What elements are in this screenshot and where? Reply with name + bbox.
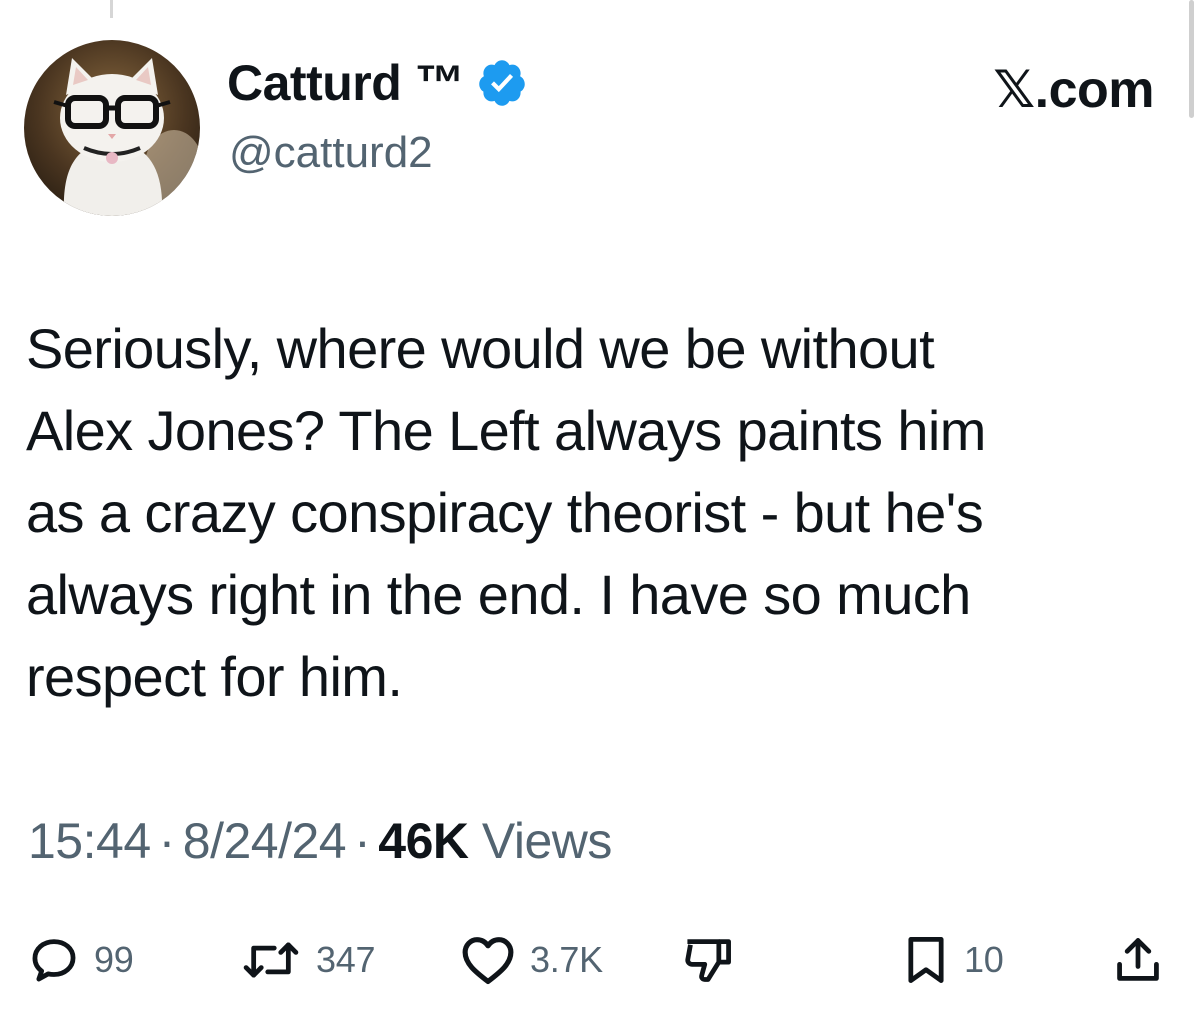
meta-separator: ·	[158, 813, 176, 869]
retweet-count: 347	[316, 939, 376, 980]
reply-button[interactable]: 99	[28, 930, 134, 990]
tweet-line: Seriously, where would we be without	[26, 317, 935, 380]
display-name-row: Catturd ™	[227, 55, 528, 111]
dislike-button[interactable]	[682, 930, 734, 990]
reply-icon	[32, 939, 76, 982]
meta-separator: ·	[354, 813, 371, 869]
like-button[interactable]: 3.7K	[460, 930, 603, 990]
tweet-line: always right in the end. I have so much	[26, 563, 971, 626]
scroll-indicator[interactable]	[1189, 0, 1194, 118]
actions-bar: 99 347 3.7K 10	[0, 930, 1200, 990]
retweet-button[interactable]: 347	[240, 930, 375, 990]
bookmark-count: 10	[964, 939, 1004, 980]
cat-with-glasses-avatar	[24, 40, 200, 216]
bookmark-button[interactable]: 10	[902, 930, 1004, 990]
thumbs-down-icon	[685, 939, 731, 982]
retweet-icon	[243, 942, 299, 978]
views-count: 46K	[378, 813, 469, 869]
display-name[interactable]: Catturd ™	[227, 54, 465, 112]
like-count: 3.7K	[530, 939, 603, 980]
views-label: Views	[481, 813, 612, 869]
tweet-line: Alex Jones? The Left always paints him	[26, 399, 986, 462]
brand-label: 𝕏.com	[993, 61, 1154, 119]
user-handle[interactable]: @catturd2	[229, 128, 433, 178]
tweet-text: Seriously, where would we be without Ale…	[26, 308, 1166, 718]
bookmark-icon	[908, 937, 944, 983]
avatar[interactable]	[24, 40, 200, 216]
verified-badge-icon[interactable]	[476, 57, 528, 109]
top-divider-tick	[110, 0, 113, 18]
tweet-line: respect for him.	[26, 645, 403, 708]
tweet-date[interactable]: 8/24/24	[183, 813, 347, 869]
heart-icon	[462, 937, 514, 985]
share-button[interactable]	[1112, 930, 1164, 990]
reply-count: 99	[94, 939, 134, 980]
tweet-line: as a crazy conspiracy theorist - but he'…	[26, 481, 984, 544]
tweet-time[interactable]: 15:44	[28, 813, 151, 869]
share-icon	[1117, 938, 1159, 981]
tweet-meta: 15:44 · 8/24/24 · 46K Views	[28, 812, 612, 870]
